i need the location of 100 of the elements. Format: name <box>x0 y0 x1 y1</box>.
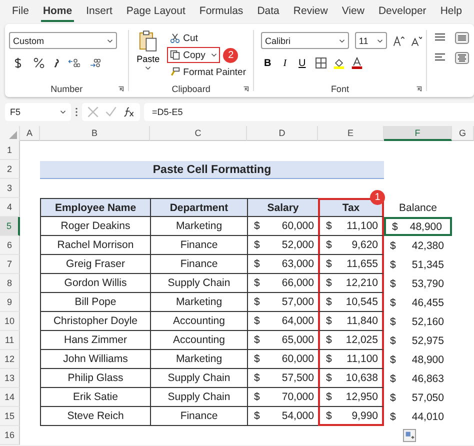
currency-symbol: $ <box>390 410 396 422</box>
menu-tab[interactable]: Help <box>438 3 464 22</box>
currency-symbol: $ <box>254 258 260 270</box>
amount: 64,000 <box>282 315 314 327</box>
menu-tab[interactable]: Developer <box>376 3 428 22</box>
row-header[interactable]: 5 <box>0 217 20 236</box>
amount: 12,950 <box>346 391 378 403</box>
caret-icon <box>60 110 66 114</box>
increase-decimal-icon[interactable] <box>68 57 80 69</box>
currency-symbol: $ <box>392 220 398 232</box>
align-center-icon[interactable] <box>454 52 469 64</box>
row-header[interactable]: 10 <box>0 312 20 331</box>
format-painter-button[interactable]: Format Painter <box>167 64 249 80</box>
menu-tab[interactable]: Formulas <box>197 3 246 22</box>
row-header[interactable]: 1 <box>0 141 20 160</box>
table-cell: Greig Fraser <box>40 255 150 274</box>
font-family-dropdown[interactable]: Calibri <box>260 32 349 49</box>
menu-tab[interactable]: Review <box>291 3 330 22</box>
currency-symbol: $ <box>326 353 332 365</box>
amount: 54,000 <box>282 410 314 422</box>
decrease-decimal-icon[interactable] <box>89 57 101 69</box>
number-format-dropdown[interactable]: Custom <box>9 32 117 49</box>
step-badge: 1 <box>370 190 385 205</box>
amount: 46,863 <box>412 372 444 384</box>
formula-field[interactable]: =D5-E5 <box>144 102 474 120</box>
column-header[interactable]: B <box>40 126 150 141</box>
currency-symbol: $ <box>254 372 260 384</box>
row-header[interactable]: 4 <box>0 198 20 217</box>
menu-tab[interactable]: Data <box>255 3 282 22</box>
row-header[interactable]: 9 <box>0 293 20 312</box>
menu-tab[interactable]: Insert <box>84 3 114 22</box>
percent-icon[interactable] <box>33 57 45 69</box>
menu-tab[interactable]: Home <box>40 3 74 22</box>
caret-icon <box>211 53 218 57</box>
column-header[interactable]: D <box>247 126 318 141</box>
amount: 46,455 <box>412 296 444 308</box>
bold-button[interactable]: B <box>260 58 274 68</box>
paste-button[interactable]: Paste <box>133 30 164 81</box>
row-header[interactable]: 8 <box>0 274 20 293</box>
row-header[interactable]: 11 <box>0 331 20 350</box>
dialog-launcher-icon[interactable] <box>416 86 422 92</box>
italic-button[interactable]: I <box>280 58 290 68</box>
scissors-icon <box>170 33 180 43</box>
align-middle-icon[interactable] <box>454 32 469 44</box>
table-cell: Christopher Doyle <box>40 312 150 331</box>
column-header[interactable]: A <box>20 126 40 141</box>
row-header[interactable]: 7 <box>0 255 20 274</box>
font-color-icon[interactable] <box>350 57 363 69</box>
currency-symbol: $ <box>390 372 396 384</box>
table-cell: Supply Chain <box>150 274 247 293</box>
menu-tab[interactable]: Page Layout <box>124 3 188 22</box>
increase-font-size-icon[interactable] <box>393 34 405 46</box>
insert-function-icon[interactable] <box>123 106 135 118</box>
decrease-font-size-icon[interactable] <box>410 34 422 46</box>
column-header[interactable]: C <box>150 126 247 141</box>
row-header[interactable]: 2 <box>0 160 20 179</box>
currency-symbol: $ <box>326 258 332 270</box>
column-header[interactable]: F <box>384 126 452 141</box>
underline-button[interactable]: U <box>296 58 309 68</box>
menu-tab[interactable]: View <box>340 3 366 22</box>
row-header[interactable]: 3 <box>0 179 20 198</box>
name-box[interactable]: F5 <box>5 102 71 120</box>
borders-icon[interactable] <box>314 57 327 69</box>
table-title: Paste Cell Formatting <box>40 161 384 179</box>
paste-options-icon[interactable] <box>403 429 416 442</box>
row-header[interactable]: 15 <box>0 407 20 426</box>
currency-symbol: $ <box>390 278 396 290</box>
currency-symbol: $ <box>326 277 332 289</box>
clipboard-icon <box>139 30 158 52</box>
amount: 9,620 <box>352 239 378 251</box>
row-header[interactable]: 6 <box>0 236 20 255</box>
row-header[interactable]: 14 <box>0 388 20 407</box>
step-badge: 2 <box>223 48 238 62</box>
column-header[interactable]: G <box>452 126 474 141</box>
more-options-icon[interactable] <box>75 106 78 116</box>
currency-symbol: $ <box>254 296 260 308</box>
paintbrush-icon <box>170 67 180 77</box>
row-header[interactable]: 12 <box>0 350 20 369</box>
currency-symbol: $ <box>254 315 260 327</box>
group-label: Number <box>50 84 83 94</box>
amount: 70,000 <box>282 391 314 403</box>
currency-symbol: $ <box>390 316 396 328</box>
caret-icon <box>107 38 113 42</box>
dialog-launcher-icon[interactable] <box>118 86 124 92</box>
currency-symbol: $ <box>326 220 332 232</box>
dialog-launcher-icon[interactable] <box>242 86 249 92</box>
amount: 10,545 <box>346 296 378 308</box>
font-size-dropdown[interactable]: 11 <box>354 32 388 49</box>
comma-icon[interactable] <box>54 57 59 69</box>
amount: 9,990 <box>352 410 378 422</box>
row-header[interactable]: 16 <box>0 426 20 445</box>
row-header[interactable]: 13 <box>0 369 20 388</box>
currency-icon[interactable] <box>12 57 24 69</box>
cut-button[interactable]: Cut <box>167 30 249 46</box>
copy-button[interactable]: Copy <box>167 47 220 63</box>
currency-symbol: $ <box>254 353 260 365</box>
menu-tab[interactable]: File <box>10 3 31 22</box>
amount: 52,000 <box>282 239 314 251</box>
fill-color-icon[interactable] <box>332 57 345 69</box>
amount: 48,900 <box>410 220 442 232</box>
